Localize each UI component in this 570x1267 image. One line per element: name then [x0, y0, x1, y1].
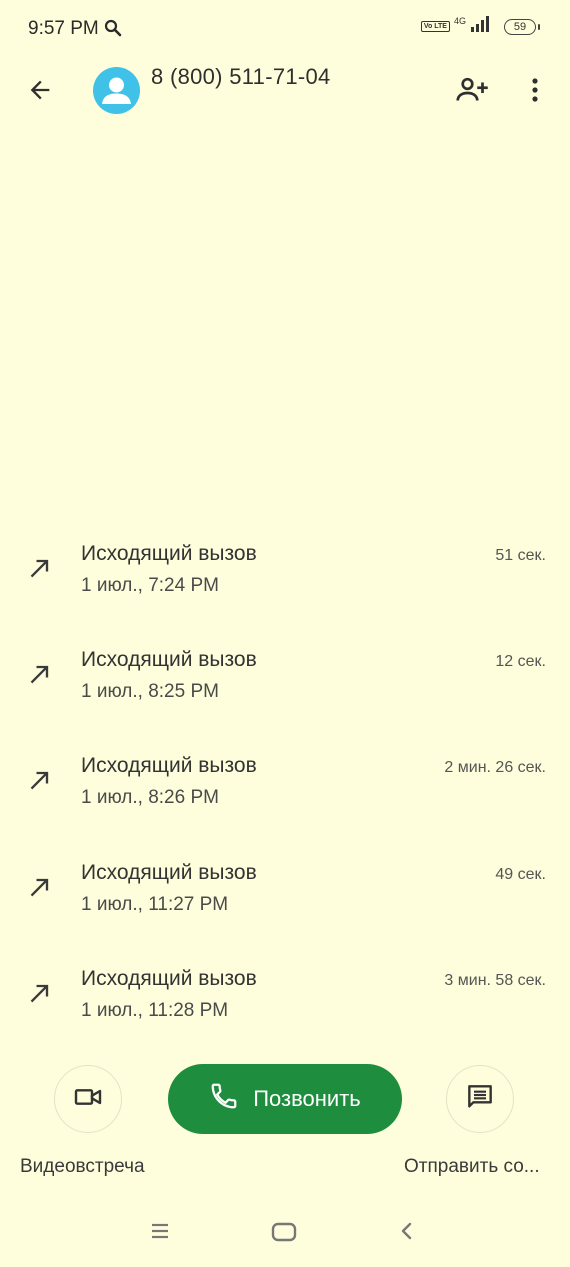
- call-timestamp: 1 июл., 8:26 PM: [81, 787, 219, 809]
- video-call-button[interactable]: [54, 1065, 122, 1133]
- home-icon[interactable]: [271, 1221, 297, 1248]
- call-item[interactable]: Исходящий вызов 1 июл., 7:24 PM 51 сек.: [0, 527, 570, 633]
- call-timestamp: 1 июл., 11:27 PM: [81, 893, 229, 915]
- message-label: Отправить со...: [404, 1156, 540, 1177]
- volte-badge: Vo LTE: [420, 21, 450, 32]
- call-timestamp: 1 июл., 8:25 PM: [81, 681, 219, 703]
- outgoing-call-icon: [26, 766, 54, 794]
- call-item[interactable]: Исходящий вызов 1 июл., 11:28 PM 3 мин. …: [0, 952, 570, 1058]
- call-duration: 2 мин. 26 сек.: [444, 759, 546, 777]
- arrow-left-icon: [26, 76, 54, 109]
- phone-icon: [209, 1081, 239, 1117]
- person-icon: [102, 77, 131, 104]
- call-type-label: Исходящий вызов: [81, 648, 257, 672]
- status-indicators: Vo LTE 4G 59: [420, 15, 540, 37]
- recent-apps-icon[interactable]: [150, 1222, 170, 1245]
- add-contact-button[interactable]: [452, 72, 492, 112]
- call-item[interactable]: Исходящий вызов 1 июл., 11:27 PM 49 сек.: [0, 846, 570, 952]
- call-duration: 51 сек.: [495, 547, 546, 564]
- contact-name: 8 (800) 511-71-04: [151, 64, 331, 89]
- call-button[interactable]: Позвонить: [168, 1064, 402, 1134]
- search-icon: [104, 19, 122, 42]
- call-button-label: Позвонить: [253, 1086, 361, 1111]
- call-type-label: Исходящий вызов: [81, 754, 257, 778]
- outgoing-call-icon: [26, 554, 54, 582]
- call-type-label: Исходящий вызов: [81, 860, 257, 884]
- avatar[interactable]: [93, 67, 140, 114]
- call-type-label: Исходящий вызов: [81, 542, 257, 565]
- app-bar: 8 (800) 511-71-04: [0, 60, 570, 126]
- videocam-icon: [72, 1081, 104, 1118]
- outgoing-call-icon: [26, 873, 54, 901]
- status-bar: 9:57 PM Vo LTE 4G 59: [0, 0, 570, 60]
- video-call-label: Видеовстреча: [20, 1156, 145, 1177]
- action-bar: Позвонить Видеовстреча Отправить со...: [0, 1063, 570, 1193]
- call-type-label: Исходящий вызов: [81, 966, 257, 990]
- network-type: 4G: [453, 15, 466, 26]
- call-timestamp: 1 июл., 7:24 PM: [81, 575, 219, 596]
- message-icon: [464, 1081, 496, 1118]
- call-timestamp: 1 июл., 11:28 PM: [81, 999, 229, 1021]
- message-button[interactable]: [446, 1065, 514, 1133]
- status-time: 9:57 PM: [28, 18, 99, 39]
- outgoing-call-icon: [26, 979, 54, 1007]
- signal-icon: [470, 16, 490, 37]
- outgoing-call-icon: [26, 660, 54, 688]
- battery-indicator: 59: [504, 18, 540, 35]
- call-duration: 49 сек.: [495, 865, 546, 883]
- call-duration: 3 мин. 58 сек.: [444, 971, 546, 989]
- person-add-icon: [454, 72, 490, 113]
- call-item[interactable]: Исходящий вызов 1 июл., 8:26 PM 2 мин. 2…: [0, 739, 570, 845]
- call-duration: 12 сек.: [495, 653, 546, 671]
- back-button[interactable]: [22, 74, 58, 110]
- call-item[interactable]: Исходящий вызов 1 июл., 8:25 PM 12 сек.: [0, 633, 570, 739]
- nav-back-icon[interactable]: [399, 1220, 415, 1247]
- more-vert-icon: [530, 76, 540, 109]
- system-nav-bar: [0, 1205, 570, 1259]
- more-options-button[interactable]: [520, 72, 550, 112]
- call-history-list: Исходящий вызов 1 июл., 7:24 PM 51 сек. …: [0, 527, 570, 1058]
